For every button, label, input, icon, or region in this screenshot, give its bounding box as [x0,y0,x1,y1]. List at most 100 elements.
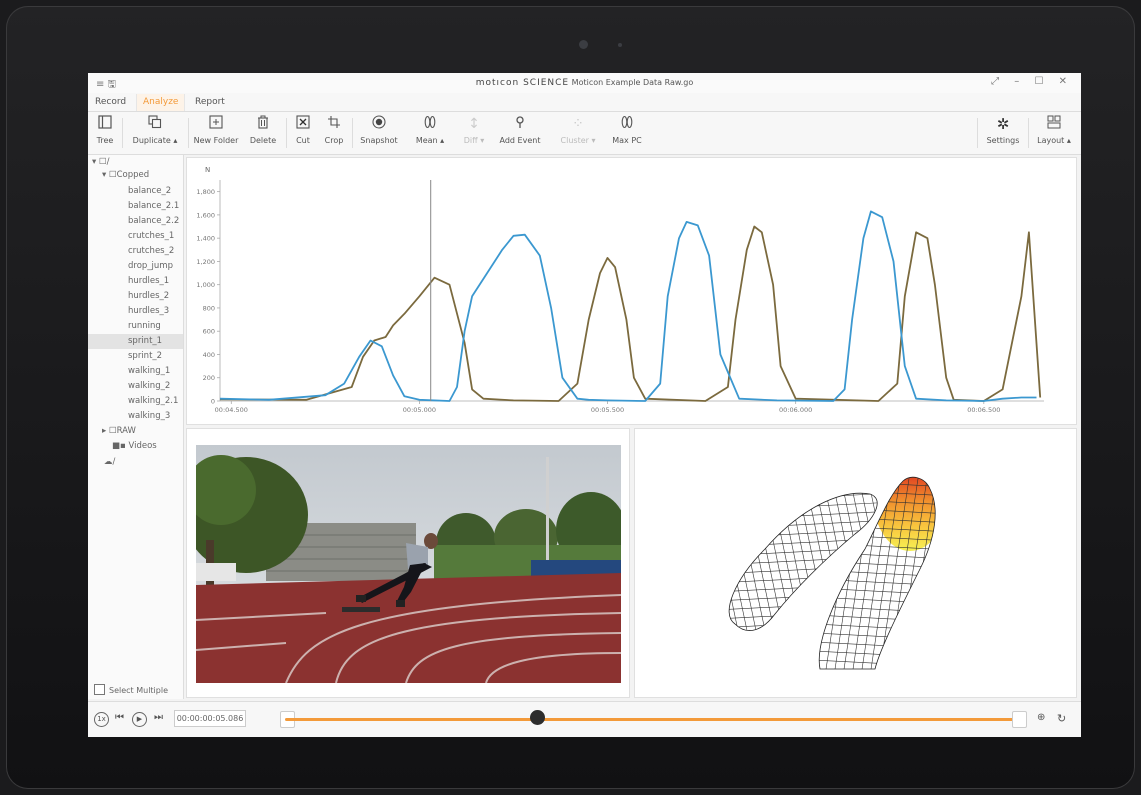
trash-icon [248,115,278,133]
tree-item[interactable]: balance_2.2 [88,214,183,229]
y-tick-label: 0 [211,398,215,406]
zoom-icon[interactable]: ⊕ [1037,712,1045,723]
tab-analyze[interactable]: Analyze [136,94,186,111]
record-icon [358,115,400,133]
tree-root[interactable]: ▾ ☐/ [92,157,109,167]
pressure-insoles-panel [634,428,1077,698]
y-tick-label: 800 [203,304,215,312]
toolbar: Tree Duplicate ▴ New Folder Delete Cut C… [88,112,1081,155]
duplicate-button[interactable]: Duplicate ▴ [128,115,182,145]
pin-icon [498,115,542,133]
tab-record[interactable]: Record [95,97,126,107]
file-name: Moticon Example Data Raw.go [571,78,694,87]
tree-item[interactable]: walking_2.1 [88,394,183,409]
tree-item[interactable]: running [88,319,183,334]
tree-item[interactable]: balance_2.1 [88,199,183,214]
cut-button[interactable]: Cut [292,115,314,145]
x-tick-label: 00:06.000 [779,406,812,414]
video-panel [186,428,630,698]
cluster-icon: ⁘ [572,116,584,132]
tree-item[interactable]: hurdles_1 [88,274,183,289]
settings-button[interactable]: ✲ Settings [983,115,1023,145]
tree-button[interactable]: Tree [94,115,116,145]
insole-visualization[interactable] [635,429,1076,697]
range-end-handle[interactable] [1012,711,1027,728]
y-tick-label: 1,600 [196,211,215,219]
y-tick-label: 400 [203,351,215,359]
max-pc-button[interactable]: Max PC [610,115,644,145]
add-event-button[interactable]: Add Event [498,115,542,145]
timeline-knob[interactable] [529,710,545,725]
tree-videos[interactable]: ■▪ Videos [112,441,157,451]
tab-report[interactable]: Report [195,97,225,107]
panel-icon [94,115,116,133]
title-bar: ≡ 🖫 motıcon SCIENCE Moticon Example Data… [88,73,1081,94]
main-tabs: Record Analyze Report [88,93,1081,112]
timeline-slider[interactable] [285,718,1019,721]
checkbox-box[interactable] [94,684,105,695]
play-button[interactable]: ▶ [132,712,147,727]
y-tick-label: 1,400 [196,235,215,243]
file-tree: ▾ ☐/ ▾ ☐Copped balance_2 balance_2.1 balan… [88,155,184,699]
tree-item[interactable]: balance_2 [88,184,183,199]
delete-button[interactable]: Delete [248,115,278,145]
brand-logo: motıcon SCIENCE [475,78,570,88]
select-multiple-checkbox[interactable]: Select Multiple [94,684,168,695]
tree-item[interactable]: drop_jump [88,259,183,274]
toolbar-separator [1028,118,1029,148]
camera-lens [579,40,588,49]
x-tick-label: 00:05.000 [403,406,436,414]
x-tick-label: 00:05.500 [591,406,624,414]
force-chart-panel: N 0 200 400 600 800 1,000 1,200 1,400 1,600 1,800 0… [186,157,1077,425]
tree-item[interactable]: walking_2 [88,379,183,394]
play-icon: ▶ [132,712,147,727]
copy-icon [128,115,182,133]
y-tick-label: 1,800 [196,188,215,196]
x-tick-label: 00:04.500 [215,406,248,414]
tree-item[interactable]: walking_3 [88,409,183,424]
diff-button[interactable]: ↕ Diff ▾ [462,115,486,145]
tree-item[interactable]: sprint_1 [88,334,183,349]
tree-item[interactable]: sprint_2 [88,349,183,364]
crop-button[interactable]: Crop [322,115,346,145]
sprint-video-frame[interactable] [196,445,621,683]
toolbar-separator [352,118,353,148]
mean-button[interactable]: Mean ▴ [414,115,446,145]
skip-back-icon[interactable]: ⏮ [115,712,124,723]
cut-box-icon [292,115,314,133]
insoles-icon [414,115,446,133]
insoles-icon [610,115,644,133]
tree-folder-raw[interactable]: ▸ ☐RAW [102,426,136,436]
toolbar-separator [286,118,287,148]
tree-item[interactable]: walking_1 [88,364,183,379]
snapshot-button[interactable]: Snapshot [358,115,400,145]
cluster-button[interactable]: ⁘ Cluster ▾ [558,115,598,145]
tree-item[interactable]: crutches_1 [88,229,183,244]
window-controls[interactable]: ⤢ – ☐ ✕ [991,76,1073,87]
speed-button[interactable]: 1x [94,712,109,727]
new-folder-button[interactable]: New Folder [192,115,240,145]
skip-forward-icon[interactable]: ⏭ [154,712,163,723]
x-tick-label: 00:06.500 [967,406,1000,414]
camera-sensor [618,43,622,47]
playback-bar: 1x ⏮ ▶ ⏭ 00:00:00:05.086 ⊕ ↻ [88,701,1081,737]
layout-button[interactable]: Layout ▴ [1034,115,1074,145]
toolbar-separator [122,118,123,148]
tree-item[interactable]: crutches_2 [88,244,183,259]
tree-item[interactable]: hurdles_3 [88,304,183,319]
toolbar-separator [188,118,189,148]
y-tick-label: 1,000 [196,281,215,289]
force-chart[interactable]: N 0 200 400 600 800 1,000 1,200 1,400 1,600 1,800 0… [187,158,1076,424]
reset-icon[interactable]: ↻ [1057,712,1066,725]
tree-cloud[interactable]: ☁/ [104,457,115,467]
window-title: motıcon SCIENCE Moticon Example Data Raw… [88,78,1081,88]
force-series-line [219,225,1042,402]
timecode-field[interactable]: 00:00:00:05.086 [174,710,246,727]
tree-folder-cropped[interactable]: ▾ ☐Copped [102,170,149,180]
toolbar-separator [977,118,978,148]
crop-icon [322,115,346,133]
y-tick-label: 200 [203,374,215,382]
tree-item[interactable]: hurdles_2 [88,289,183,304]
layout-icon [1034,115,1074,133]
y-tick-label: 1,200 [196,258,215,266]
